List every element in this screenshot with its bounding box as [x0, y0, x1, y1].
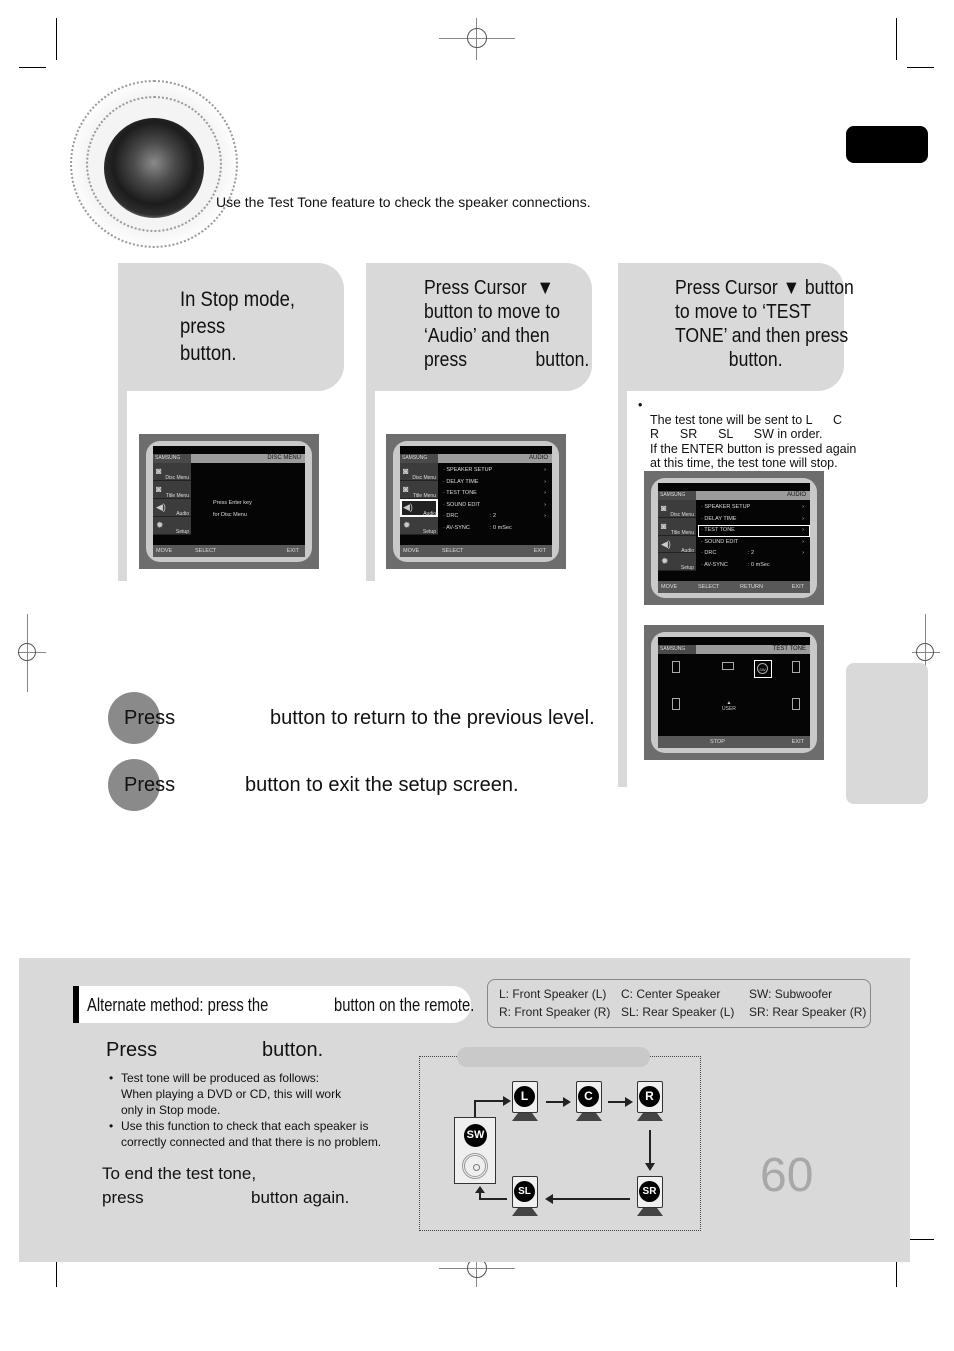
arrow-c-to-r: [608, 1101, 626, 1103]
gear-icon: ✹: [403, 520, 411, 531]
arrow-l-to-c: [546, 1101, 564, 1103]
intro-text: Use the Test Tone feature to check the s…: [216, 194, 591, 210]
speaker-r-icon: [792, 661, 800, 673]
end-test-tone-text: To end the test tone, press button again…: [102, 1164, 350, 1207]
sidebar-item-title-menu: ◙ Title Menu: [153, 481, 191, 500]
chevron-right-icon: ›: [544, 490, 546, 496]
subwoofer-selected-icon: SW: [754, 660, 772, 678]
side-tab: [846, 663, 928, 804]
registration-mark: [18, 614, 48, 692]
speaker-r-icon: R: [637, 1081, 663, 1121]
exit-instruction: Press: [124, 774, 176, 796]
menu-row-drc: · DRC: 2 ›: [698, 548, 810, 560]
chevron-right-icon: ›: [802, 550, 804, 556]
sidebar-item-audio: ◀) Audio: [153, 499, 191, 518]
crop-mark: [907, 67, 934, 68]
sidebar-item-audio-selected: ◀) Audio: [400, 499, 438, 518]
speaker-c-icon: C: [576, 1081, 602, 1121]
crop-mark: [907, 1239, 934, 1240]
chevron-right-icon: ›: [544, 467, 546, 473]
menu-row-drc: · DRC: 2 ›: [440, 511, 552, 523]
menu-row-sound-edit: · SOUND EDIT ›: [698, 537, 810, 549]
user-position-icon: ▲ USER: [722, 700, 736, 712]
screen-audio-test-tone: SAMSUNG AUDIO ◙ Disc Menu ◙ Title Menu ◀) Au…: [644, 471, 824, 605]
chevron-right-icon: ›: [802, 527, 804, 533]
speaker-sr-icon: [792, 698, 800, 710]
press-test-tone-instruction: Press: [106, 1039, 158, 1061]
speaker-logo-icon: [68, 78, 240, 250]
title-icon: ◙: [156, 484, 162, 495]
disc-icon: ◙: [403, 466, 409, 476]
speaker-c-icon: [722, 662, 734, 670]
chevron-right-icon: ›: [802, 504, 804, 510]
menu-row-delay-time: · DELAY TIME ›: [440, 477, 552, 489]
disc-icon: ◙: [156, 466, 162, 476]
speaker-legend: L: Front Speaker (L) C: Center Speaker S…: [487, 979, 871, 1028]
screen-audio-menu: SAMSUNG AUDIO ◙ Disc Menu ◙ Title Menu ◀) Au…: [386, 434, 566, 569]
chevron-right-icon: ›: [802, 538, 804, 545]
speaker-icon: ◀): [661, 538, 671, 549]
crop-mark: [19, 67, 46, 68]
crop-mark: [56, 18, 57, 60]
screen-sidebar: ◙ Disc Menu ◙ Title Menu ◀) Audio ✹ Setup: [153, 463, 191, 545]
arrow-sl-to-sw: [479, 1198, 507, 1200]
chevron-right-icon: ›: [544, 478, 546, 485]
menu-row-av-sync: · AV-SYNC: 0 mSec: [443, 524, 512, 531]
arrow-sw-to-l: [474, 1100, 476, 1117]
menu-row-speaker-setup: · SPEAKER SETUP ›: [698, 502, 810, 514]
section-tab: [846, 126, 928, 163]
menu-row-delay-time: · DELAY TIME ›: [698, 514, 810, 526]
chevron-right-icon: ›: [544, 501, 546, 508]
speaker-l-icon: L: [512, 1081, 538, 1121]
crop-mark: [896, 18, 897, 60]
step-3-text: Press Cursor ▼ button to move to ‘TEST T…: [675, 277, 854, 371]
sidebar-item-setup: ✹ Setup: [153, 517, 191, 536]
title-icon: ◙: [403, 484, 409, 495]
sidebar-item-disc-menu: ◙ Disc Menu: [153, 463, 191, 482]
registration-mark: [439, 18, 515, 60]
menu-row-av-sync: · AV-SYNC: 0 mSec: [701, 561, 770, 568]
menu-row-sound-edit: · SOUND EDIT ›: [440, 500, 552, 512]
disc-icon: ◙: [661, 503, 667, 513]
chevron-right-icon: ›: [544, 513, 546, 519]
speaker-sl-icon: SL: [512, 1176, 538, 1216]
speaker-icon: ◀): [156, 502, 166, 513]
screen-test-tone: SAMSUNG TEST TONE SW ▲ USER STOP EXIT: [644, 625, 824, 760]
arrow-r-to-sr: [649, 1130, 651, 1164]
screen-disc-menu: SAMSUNG DISC MENU ◙ Disc Menu ◙ Title Menu …: [139, 434, 319, 569]
gear-icon: ✹: [156, 520, 164, 531]
alternate-method-banner: Alternate method: press the button on th…: [73, 986, 474, 1023]
speaker-l-icon: [672, 661, 680, 673]
diagram-title-pill: [457, 1047, 650, 1067]
speaker-icon: ◀): [403, 502, 413, 513]
arrow-sr-to-sl: [552, 1198, 630, 1200]
subwoofer-icon: SW: [454, 1117, 496, 1184]
page-number: 60: [760, 1149, 814, 1202]
title-icon: ◙: [661, 520, 667, 531]
menu-row-test-tone: · TEST TONE ›: [440, 488, 552, 500]
speaker-sl-icon: [672, 698, 680, 710]
return-instruction: Press: [124, 707, 176, 729]
gear-icon: ✹: [661, 556, 669, 567]
menu-row-speaker-setup: · SPEAKER SETUP ›: [440, 465, 552, 477]
step-1-text: In Stop mode, press button.: [180, 288, 296, 365]
step-2-text: Press Cursor ▼ button to move to ‘Audio’…: [424, 277, 590, 371]
test-tone-notes: Test tone will be produced as follows: W…: [107, 1070, 381, 1150]
menu-row-test-tone: · TEST TONE ›: [698, 525, 810, 537]
speaker-sr-icon: SR: [637, 1176, 663, 1216]
chevron-right-icon: ›: [802, 515, 804, 522]
